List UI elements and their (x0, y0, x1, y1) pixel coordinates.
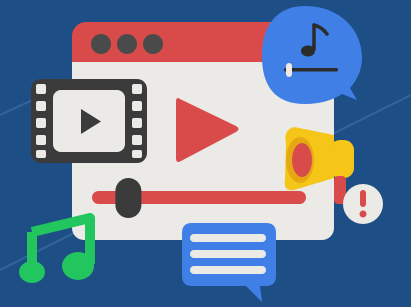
music-speech-bubble (262, 6, 362, 104)
music-slider-handle (286, 63, 292, 77)
chat-bubble (182, 223, 276, 302)
media-player-illustration (0, 6, 411, 302)
window-dot-3[interactable] (143, 34, 163, 54)
window-dot-2[interactable] (117, 34, 137, 54)
illustration-canvas (0, 0, 411, 307)
window-dot-1[interactable] (91, 34, 111, 54)
progress-handle[interactable] (115, 178, 142, 218)
music-slider-track (284, 68, 338, 72)
chat-lines-icon (190, 234, 266, 274)
film-strip-card (31, 79, 147, 163)
exclamation-icon (359, 190, 367, 218)
alert-badge (343, 184, 383, 224)
